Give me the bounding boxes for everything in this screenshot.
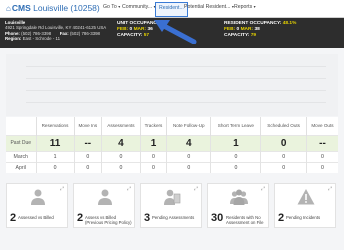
column-header[interactable]: Move Outs [305, 117, 338, 135]
chart-area [6, 54, 338, 116]
group-icon [230, 189, 248, 205]
nav-resident[interactable]: Resident... [155, 2, 188, 17]
unit-capacity: 57 [143, 33, 150, 38]
table-cell[interactable]: 1 [35, 150, 75, 162]
chevron-down-icon: ▾ [118, 4, 121, 9]
card-pending-assessments[interactable]: ⤢ 3 Pending Assessments [140, 183, 202, 228]
row-label: April [6, 161, 36, 173]
nav-potential-resident[interactable]: Potential Resident... ▾ [184, 4, 234, 10]
unit-mar-label: MAR: [133, 27, 147, 32]
chevron-down-icon: ▾ [253, 4, 256, 9]
card-count: 2 [77, 212, 84, 224]
card-residents-no-assessment[interactable]: ⤢ 30 Residents with No Assessment on Fil… [207, 183, 269, 228]
card-label: Assessed vs Billed [18, 215, 54, 220]
table-cell[interactable]: 4 [101, 134, 141, 151]
person-clipboard-icon [164, 189, 181, 205]
table-cell[interactable]: 11 [35, 134, 75, 151]
table-cell[interactable]: 0 [305, 161, 338, 173]
table-cell[interactable]: 0 [260, 150, 307, 162]
column-header[interactable]: Scheduled Outs [260, 117, 307, 135]
table-cell[interactable]: -- [305, 134, 338, 151]
table-cell[interactable]: -- [73, 134, 102, 151]
resident-occupancy: RESIDENT OCCUPANCY: 48.1% FEB: 0 MAR: 38… [224, 21, 297, 38]
column-header[interactable]: Assessments [101, 117, 141, 135]
card-count: 3 [144, 212, 151, 224]
table-cell[interactable]: 0 [166, 161, 211, 173]
person-icon [98, 189, 112, 205]
brand-logo[interactable]: ⌂CMS Louisville (10258) [6, 3, 100, 13]
home-icon: ⌂ [6, 4, 11, 13]
card-assessed-vs-billed[interactable]: ⤢ 2 Assessed vs Billed [6, 183, 68, 228]
table-cell[interactable]: 0 [73, 150, 102, 162]
table-row: Past Due 11 -- 4 1 4 1 0 -- [6, 134, 338, 151]
column-header[interactable]: Short Term Leave [210, 117, 261, 135]
column-header[interactable]: Trackers [139, 117, 167, 135]
warning-icon [297, 189, 315, 205]
card-label: Pending Incidents [286, 215, 321, 220]
resident-capacity: 79 [250, 33, 257, 38]
facility-fax: (502) 786-3398 [69, 30, 100, 36]
column-header[interactable]: Note Follow-Up [166, 117, 211, 135]
summary-table: Reservations Move Ins Assessments Tracke… [6, 117, 338, 173]
table-cell[interactable]: 0 [139, 150, 167, 162]
table-row: April 0 0 0 0 0 0 0 0 [6, 161, 338, 173]
table-row: March 1 0 0 0 0 0 0 0 [6, 150, 338, 162]
table-cell[interactable]: 1 [139, 134, 167, 151]
location-name: Louisville (10258) [33, 3, 100, 13]
table-cell[interactable]: 0 [101, 161, 141, 173]
expand-icon[interactable]: ⤢ [127, 186, 131, 192]
card-count: 30 [211, 212, 224, 224]
nav-community[interactable]: Community... ▾ [122, 4, 156, 10]
card-count: 2 [10, 212, 17, 224]
annotation-arrow [154, 20, 197, 44]
resident-occupancy-pct: 48.1% [282, 21, 297, 26]
card-label: Pending Assessments [152, 215, 195, 220]
card-pending-incidents[interactable]: ⤢ 2 Pending Incidents [274, 183, 336, 228]
expand-icon[interactable]: ⤢ [60, 186, 64, 192]
facility-phone: (502) 786-3398 [21, 30, 52, 36]
table-cell[interactable]: 0 [101, 150, 141, 162]
table-cell[interactable]: 0 [35, 161, 75, 173]
table-cell[interactable]: 1 [210, 134, 261, 151]
table-cell[interactable]: 4 [166, 134, 211, 151]
facility-info: Louisville 4921 Springdale Rd Louisville… [5, 20, 107, 42]
table-cell[interactable]: 0 [260, 161, 307, 173]
card-count: 2 [278, 212, 285, 224]
expand-icon[interactable]: ⤢ [194, 186, 198, 192]
column-header[interactable]: Reservations [35, 117, 75, 135]
unit-feb-label: FEB: [117, 27, 129, 32]
column-header[interactable]: Move Ins [73, 117, 102, 135]
person-icon [31, 189, 45, 205]
table-cell[interactable]: 0 [305, 150, 338, 162]
nav-go-to[interactable]: Go To ▾ [103, 4, 120, 10]
row-label: Past Due [6, 134, 36, 151]
table-cell[interactable]: 0 [166, 150, 211, 162]
top-nav: ⌂CMS Louisville (10258) Go To ▾ Communit… [0, 0, 344, 18]
expand-icon[interactable]: ⤢ [261, 186, 265, 192]
table-cell[interactable]: 0 [139, 161, 167, 173]
expand-icon[interactable]: ⤢ [328, 186, 332, 192]
card-label: Residents with No Assessment on File [226, 215, 264, 226]
facility-region: East - Schrode - 11 [22, 36, 61, 42]
table-header: Reservations Move Ins Assessments Tracke… [6, 117, 338, 135]
nav-reports[interactable]: Reports ▾ [234, 4, 256, 10]
table-cell[interactable]: 0 [210, 161, 261, 173]
card-assess-vs-billed-previous[interactable]: ⤢ 2 Assess vs Billed (Previous Pricing P… [73, 183, 135, 228]
card-label: Assess vs Billed (Previous Pricing Polic… [85, 215, 132, 226]
table-cell[interactable]: 0 [260, 134, 307, 151]
table-cell[interactable]: 0 [73, 161, 102, 173]
row-label: March [6, 150, 36, 162]
table-cell[interactable]: 0 [210, 150, 261, 162]
